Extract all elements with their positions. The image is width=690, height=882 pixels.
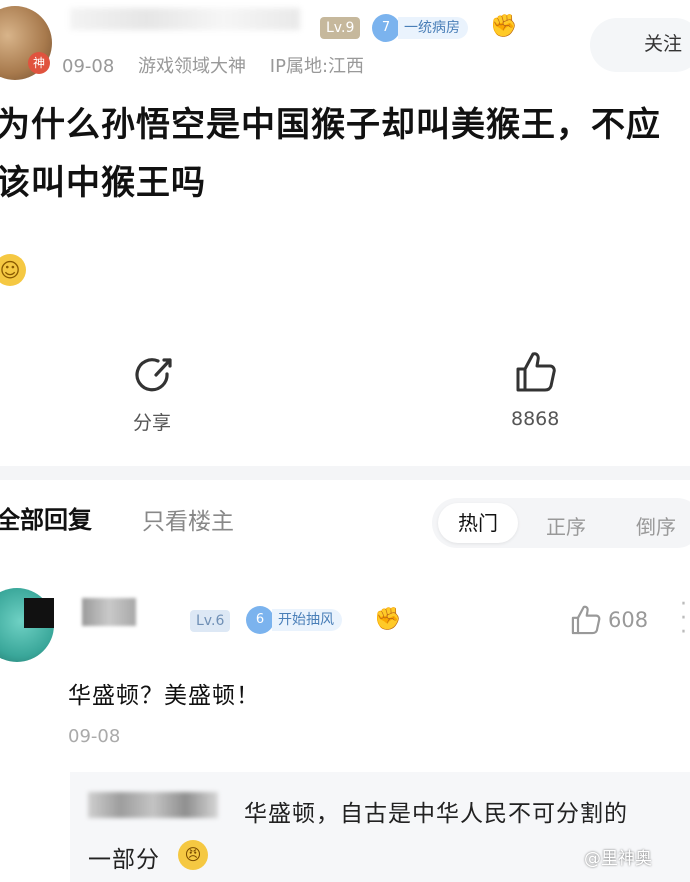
replier-name-blurred[interactable]	[88, 792, 218, 818]
reply-text-line1: 华盛顿，自古是中华人民不可分割的	[244, 801, 628, 827]
more-options-icon[interactable]: · · ·	[680, 594, 687, 644]
angry-emoji-icon: 😠	[178, 840, 208, 870]
sort-ascending-option[interactable]: 正序	[546, 511, 586, 540]
author-tag: 游戏领域大神	[138, 56, 247, 77]
share-icon[interactable]	[134, 356, 174, 396]
post-like-count: 8868	[511, 408, 560, 430]
commenter-name-blurred[interactable]	[82, 598, 136, 626]
post-title: 为什么孙悟空是中国猴子却叫美猴王，不应该叫中猴王吗	[0, 105, 661, 203]
watermark-text: @里神奥	[584, 849, 652, 869]
commenter-level-badge: Lv.6	[190, 610, 231, 632]
author-god-badge: 神	[28, 52, 50, 74]
ip-location: IP属地:江西	[269, 56, 365, 77]
avatar-censor-block	[24, 598, 54, 628]
sort-hot-option[interactable]: 热门	[438, 503, 518, 543]
comment-thumbs-up-icon[interactable]	[570, 604, 602, 636]
sort-descending-option[interactable]: 倒序	[636, 511, 676, 540]
post-meta: 09-08 游戏领域大神 IP属地:江西	[62, 52, 382, 78]
comment-text: 华盛顿？美盛顿！	[68, 683, 260, 709]
comment-like-count: 608	[608, 608, 649, 632]
diamond-icon: 6	[246, 606, 274, 634]
comment-date: 09-08	[68, 726, 121, 747]
author-title-badge: 一统病房	[398, 17, 468, 39]
post-date: 09-08	[62, 56, 115, 77]
thumbs-up-icon[interactable]	[514, 350, 558, 394]
section-divider	[0, 466, 690, 480]
diamond-icon: 7	[372, 14, 400, 42]
share-button-label[interactable]: 分享	[133, 408, 171, 435]
fist-icon: ✊	[490, 14, 518, 39]
follow-button[interactable]: 关注	[590, 18, 690, 72]
tab-owner-only[interactable]: 只看楼主	[142, 502, 234, 536]
author-name-blurred[interactable]	[70, 8, 300, 30]
author-level-badge: Lv.9	[320, 17, 361, 39]
commenter-title-badge: 开始抽风	[272, 609, 342, 631]
reply-text-line2: 一部分	[88, 847, 160, 873]
fist-icon: ✊	[374, 607, 402, 632]
tab-all-replies[interactable]: 全部回复	[0, 500, 92, 535]
grin-emoji-icon: ☺	[0, 254, 26, 286]
